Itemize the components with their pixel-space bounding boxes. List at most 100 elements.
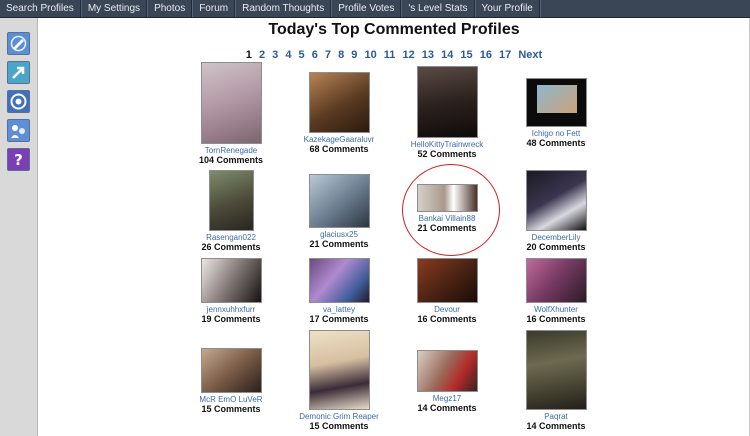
page-link-14[interactable]: 14 [441, 49, 453, 61]
svg-text:?: ? [14, 151, 23, 169]
page-link-10[interactable]: 10 [364, 49, 376, 61]
profile-card: DecemberLily 20 Comments [501, 170, 611, 252]
page-current: 1 [245, 49, 252, 61]
profile-photo[interactable] [308, 258, 370, 303]
page-link-5[interactable]: 5 [299, 49, 305, 61]
comment-count: 20 Comments [526, 242, 586, 252]
profile-photo[interactable] [308, 330, 370, 410]
comment-count: 15 Comments [201, 404, 261, 414]
comment-count: 16 Comments [526, 314, 586, 324]
page-link-7[interactable]: 7 [325, 49, 331, 61]
profile-card: McR EmO LuVeR 15 Comments [176, 348, 286, 414]
comment-count: 16 Comments [417, 314, 477, 324]
comment-count: 26 Comments [201, 242, 261, 252]
comment-count: 17 Comments [309, 314, 369, 324]
page-link-3[interactable]: 3 [272, 49, 278, 61]
profile-name-link[interactable]: jennxuhhxfurr [176, 305, 286, 314]
profile-name-link[interactable]: WolfXhunter [501, 305, 611, 314]
profile-card: Demonic Grim Reaper 15 Comments [284, 330, 394, 431]
top-navigation-bar: Search Profiles My Settings Photos Forum… [0, 0, 750, 18]
page-link-16[interactable]: 16 [480, 49, 492, 61]
profile-name-link[interactable]: KazekageGaaraluvr [284, 135, 394, 144]
nav-random-thoughts[interactable]: Random Thoughts [235, 0, 332, 17]
page-next-link[interactable]: Next [518, 49, 542, 61]
profile-card: va_lattey 17 Comments [284, 258, 394, 324]
profile-card: WolfXhunter 16 Comments [501, 258, 611, 324]
profile-name-link[interactable]: McR EmO LuVeR [176, 395, 286, 404]
profile-name-link[interactable]: HelloKittyTrainwreck [392, 140, 502, 149]
page-link-13[interactable]: 13 [422, 49, 434, 61]
main-content: Today's Top Commented Profiles 1 2 3 4 5… [38, 18, 750, 436]
target-icon[interactable] [7, 90, 30, 113]
profile-card: TornRenegade 104 Comments [176, 62, 286, 165]
profile-card: glaciusx25 21 Comments [284, 174, 394, 249]
page-title: Today's Top Commented Profiles [268, 21, 520, 38]
nav-forum[interactable]: Forum [192, 0, 236, 17]
profile-card: HelloKittyTrainwreck 52 Comments [392, 66, 502, 159]
profile-card: Rasengan022 26 Comments [176, 170, 286, 252]
profile-photo[interactable] [525, 170, 587, 231]
left-icon-rail: ? [0, 18, 38, 436]
comment-count: 19 Comments [201, 314, 261, 324]
nav-my-settings[interactable]: My Settings [80, 0, 148, 17]
nav-search-profiles[interactable]: Search Profiles [0, 0, 81, 17]
profile-name-link[interactable]: glaciusx25 [284, 230, 394, 239]
comment-count: 15 Comments [309, 421, 369, 431]
nav-your-profile[interactable]: Your Profile [474, 0, 540, 17]
comment-count: 14 Comments [417, 403, 477, 413]
profile-photo[interactable] [208, 170, 254, 231]
profile-card: Megz17 14 Comments [392, 350, 502, 413]
page-link-2[interactable]: 2 [259, 49, 265, 61]
page-link-4[interactable]: 4 [285, 49, 291, 61]
profile-photo[interactable] [200, 62, 262, 144]
profile-card: Ichigo no Fett 48 Comments [501, 78, 611, 148]
profile-photo[interactable] [200, 258, 262, 303]
profile-name-link[interactable]: Demonic Grim Reaper [284, 412, 394, 421]
edit-profile-icon[interactable] [7, 32, 30, 55]
profile-photo[interactable] [525, 78, 587, 127]
comment-count: 21 Comments [309, 239, 369, 249]
page-link-11[interactable]: 11 [384, 49, 396, 61]
pagination: 1 2 3 4 5 6 7 8 9 10 11 12 13 14 15 16 1… [38, 49, 750, 61]
profile-photo[interactable] [416, 66, 478, 138]
profile-photo[interactable] [308, 72, 370, 133]
page-link-6[interactable]: 6 [312, 49, 318, 61]
page-link-9[interactable]: 9 [351, 49, 357, 61]
share-arrow-icon[interactable] [7, 61, 30, 84]
profile-card: KazekageGaaraluvr 68 Comments [284, 72, 394, 154]
highlight-circle [402, 164, 500, 256]
profile-photo[interactable] [416, 258, 478, 303]
page-link-17[interactable]: 17 [499, 49, 511, 61]
profile-name-link[interactable]: Ichigo no Fett [501, 129, 611, 138]
nav-filler [539, 0, 750, 17]
nav-level-stats[interactable]: 's Level Stats [401, 0, 475, 17]
help-question-icon[interactable]: ? [7, 148, 30, 171]
profile-photo[interactable] [525, 258, 587, 303]
comment-count: 48 Comments [526, 138, 586, 148]
profile-name-link[interactable]: Paqrat [501, 412, 611, 421]
nav-photos[interactable]: Photos [147, 0, 193, 17]
page-link-15[interactable]: 15 [460, 49, 472, 61]
profile-name-link[interactable]: Megz17 [392, 394, 502, 403]
profile-photo[interactable] [525, 330, 587, 410]
profile-name-link[interactable]: TornRenegade [176, 146, 286, 155]
comment-count: 52 Comments [417, 149, 477, 159]
profile-card: Devour 16 Comments [392, 258, 502, 324]
profile-name-link[interactable]: va_lattey [284, 305, 394, 314]
profile-photo[interactable] [200, 348, 262, 393]
profile-card: jennxuhhxfurr 19 Comments [176, 258, 286, 324]
profile-name-link[interactable]: Rasengan022 [176, 233, 286, 242]
page-link-8[interactable]: 8 [338, 49, 344, 61]
people-icon[interactable] [7, 119, 30, 142]
comment-count: 68 Comments [309, 144, 369, 154]
profile-name-link[interactable]: Devour [392, 305, 502, 314]
profile-card: Paqrat 14 Comments [501, 330, 611, 431]
profile-photo[interactable] [308, 174, 370, 228]
nav-profile-votes[interactable]: Profile Votes [331, 0, 402, 17]
page-link-12[interactable]: 12 [402, 49, 414, 61]
photo-inner [536, 85, 577, 113]
profile-name-link[interactable]: DecemberLily [501, 233, 611, 242]
comment-count: 14 Comments [526, 421, 586, 431]
profile-photo[interactable] [416, 350, 478, 392]
comment-count: 104 Comments [198, 155, 264, 165]
